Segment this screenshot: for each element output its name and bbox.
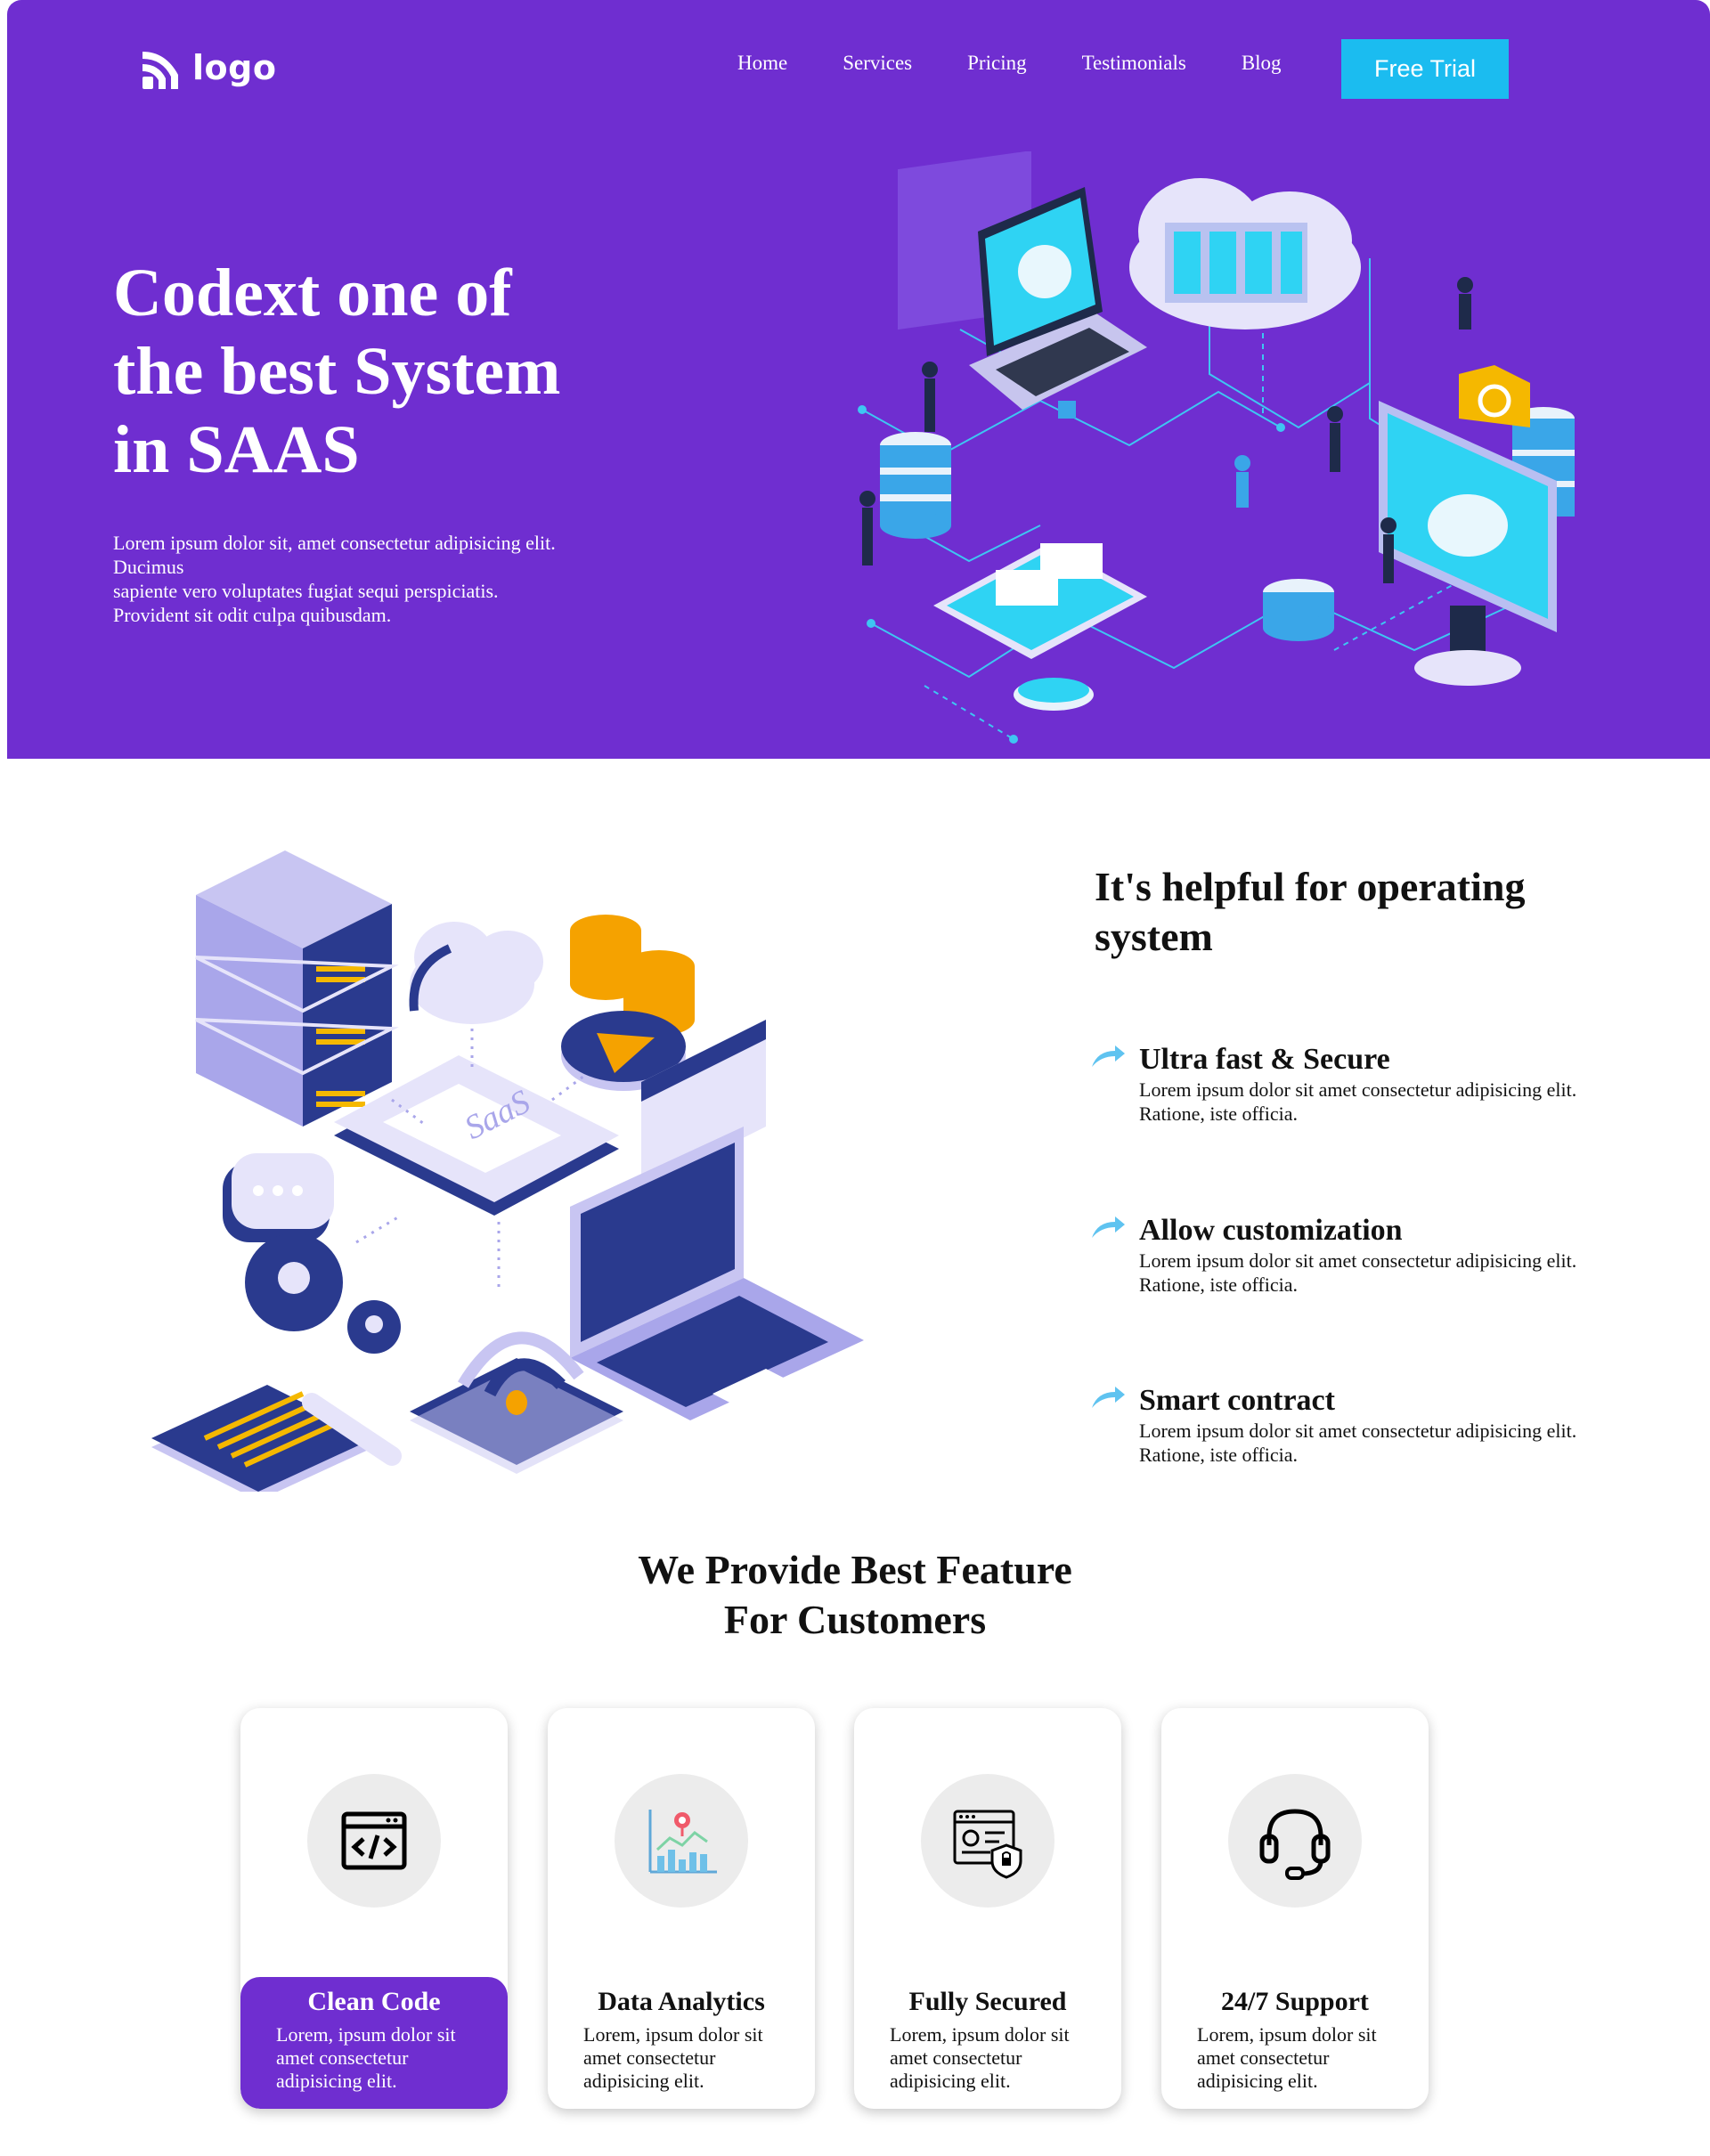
saas-isometric-illustration: SaaS [151, 850, 864, 1492]
card-title: Clean Code [307, 1987, 441, 2016]
card-body: Fully Secured Lorem, ipsum dolor sit ame… [854, 1977, 1121, 2109]
feature-card-clean-code[interactable]: Clean Code Lorem, ipsum dolor sit amet c… [240, 1708, 508, 2109]
hero-desc-line: Ducimus [113, 556, 184, 578]
feature-card-fully-secured[interactable]: Fully Secured Lorem, ipsum dolor sit ame… [854, 1708, 1121, 2109]
isometric-network-illustration [858, 151, 1575, 744]
wifi-logo-icon [142, 52, 178, 89]
headset-icon [1259, 1809, 1331, 1880]
card-text: Lorem, ipsum dolor sit amet consectetur … [890, 2023, 1070, 2092]
card-icon-circle [307, 1774, 441, 1908]
feature-title: Smart contract [1139, 1384, 1335, 1417]
feature-card-data-analytics[interactable]: Data Analytics Lorem, ipsum dolor sit am… [548, 1708, 815, 2109]
card-text: Lorem, ipsum dolor sit amet consectetur … [276, 2023, 456, 2092]
feature-item: Smart contract Lorem ipsum dolor sit ame… [1090, 1383, 1589, 1467]
card-body: Clean Code Lorem, ipsum dolor sit amet c… [240, 1977, 508, 2109]
hero-description: Lorem ipsum dolor sit, amet consectetur … [113, 531, 665, 627]
card-body: 24/7 Support Lorem, ipsum dolor sit amet… [1161, 1977, 1429, 2109]
nav-testimonials[interactable]: Testimonials [1082, 52, 1186, 75]
analytics-chart-icon [648, 1810, 717, 1874]
card-title: Data Analytics [598, 1987, 765, 2016]
logo[interactable]: logo [139, 45, 276, 91]
feature-item: Ultra fast & Secure Lorem ipsum dolor si… [1090, 1042, 1589, 1126]
main-nav: Home Services Pricing Testimonials Blog [737, 52, 1337, 75]
feature-title: Allow customization [1139, 1214, 1403, 1247]
hero-desc-line: sapiente vero voluptates fugiat sequi pe… [113, 580, 499, 602]
hero-title-line: the best System [113, 334, 561, 409]
code-window-icon [341, 1811, 407, 1870]
card-body: Data Analytics Lorem, ipsum dolor sit am… [548, 1977, 815, 2109]
card-title: Fully Secured [908, 1987, 1067, 2016]
card-icon-circle [615, 1774, 748, 1908]
hero-title-line: in SAAS [113, 412, 360, 487]
nav-services[interactable]: Services [843, 52, 912, 75]
card-title: 24/7 Support [1221, 1987, 1369, 2016]
hero-title-line: Codext one of [113, 256, 512, 330]
feature-text: Lorem ipsum dolor sit amet consectetur a… [1139, 1249, 1577, 1296]
helpful-section-title: It's helpful for operating system [1095, 864, 1526, 959]
card-text: Lorem, ipsum dolor sit amet consectetur … [583, 2023, 763, 2092]
nav-pricing[interactable]: Pricing [967, 52, 1026, 75]
features-title-line: For Customers [723, 1597, 987, 1642]
nav-home[interactable]: Home [737, 52, 787, 75]
nav-blog[interactable]: Blog [1242, 52, 1282, 75]
secure-profile-icon [953, 1810, 1022, 1879]
feature-text: Lorem ipsum dolor sit amet consectetur a… [1139, 1078, 1577, 1125]
logo-text: logo [192, 48, 277, 87]
card-icon-circle [1228, 1774, 1362, 1908]
curved-arrow-icon [1092, 1216, 1125, 1238]
features-title-line: We Provide Best Feature [638, 1547, 1072, 1592]
hero-desc-line: Lorem ipsum dolor sit, amet consectetur … [113, 532, 556, 554]
feature-item: Allow customization Lorem ipsum dolor si… [1090, 1213, 1589, 1297]
hero-section: logo Home Services Pricing Testimonials … [7, 0, 1710, 759]
hero-title: Codext one of the best System in SAAS [113, 254, 665, 489]
curved-arrow-icon [1092, 1045, 1125, 1067]
features-section-title: We Provide Best Feature For Customers [570, 1545, 1140, 1645]
feature-text: Lorem ipsum dolor sit amet consectetur a… [1139, 1420, 1577, 1466]
free-trial-button[interactable]: Free Trial [1341, 39, 1509, 99]
curved-arrow-icon [1092, 1387, 1125, 1408]
card-icon-circle [921, 1774, 1054, 1908]
hero-desc-line: Provident sit odit culpa quibusdam. [113, 604, 392, 626]
feature-card-support[interactable]: 24/7 Support Lorem, ipsum dolor sit amet… [1161, 1708, 1429, 2109]
card-text: Lorem, ipsum dolor sit amet consectetur … [1197, 2023, 1377, 2092]
feature-title: Ultra fast & Secure [1139, 1043, 1390, 1076]
